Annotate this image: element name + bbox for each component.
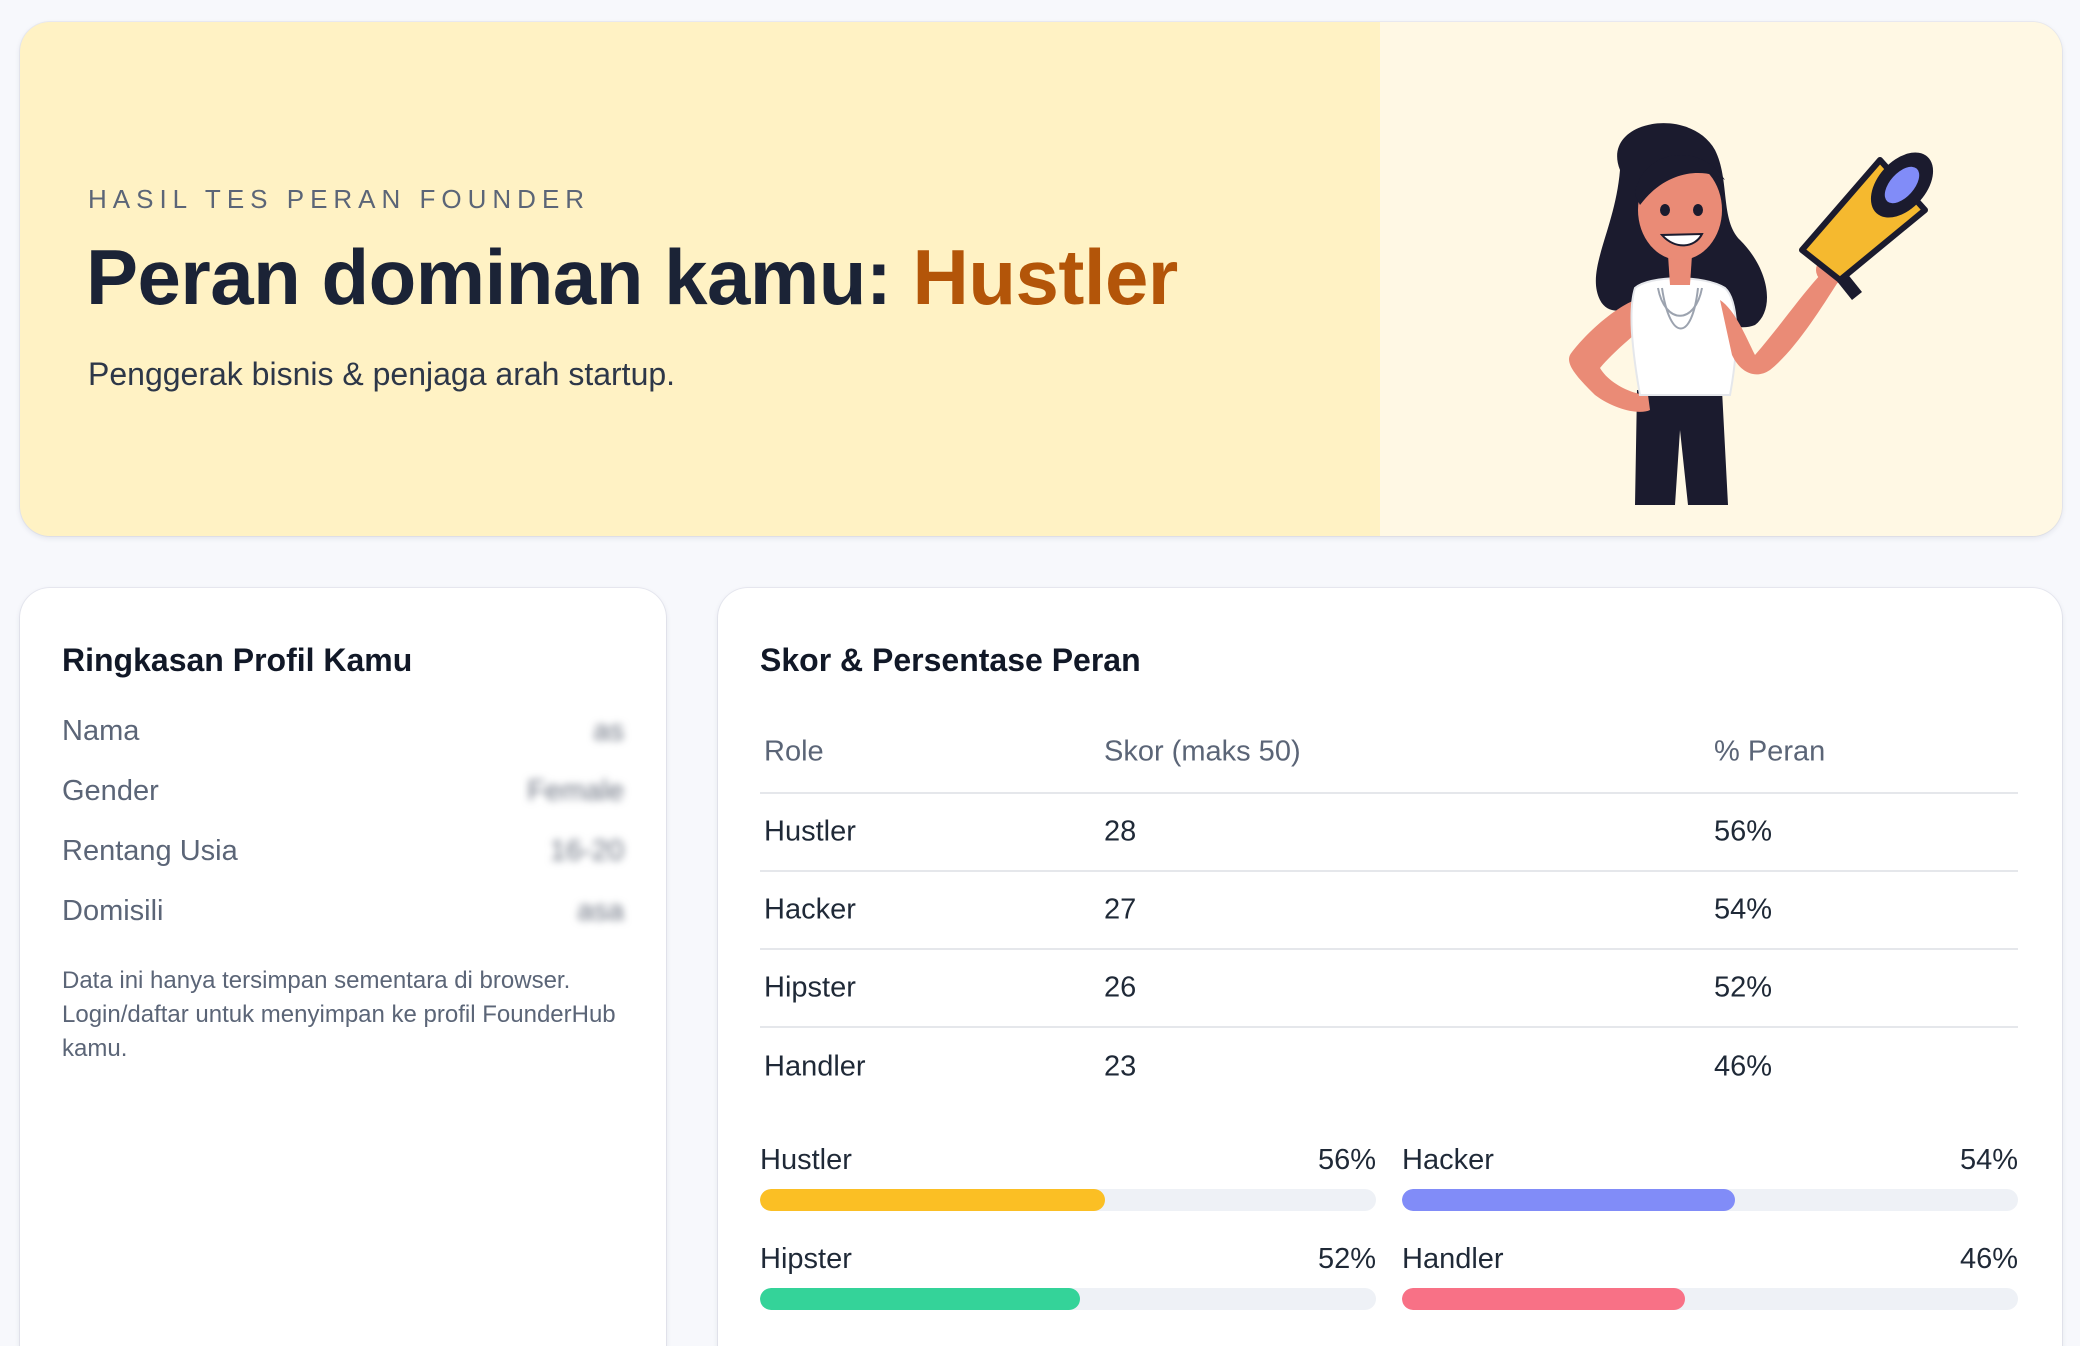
profile-value: asa bbox=[577, 894, 624, 927]
progress-track bbox=[1402, 1189, 2018, 1211]
role-bar-hipster: Hipster 52% bbox=[760, 1243, 1376, 1310]
role-bar-hacker: Hacker 54% bbox=[1402, 1144, 2018, 1211]
cell-percent: 52% bbox=[1714, 971, 1773, 1004]
hero-subtitle: Penggerak bisnis & penjaga arah startup. bbox=[88, 356, 676, 392]
progress-fill bbox=[1402, 1288, 1686, 1310]
cell-role: Hipster bbox=[764, 971, 856, 1004]
profile-label: Nama bbox=[62, 714, 140, 747]
column-header-role: Role bbox=[764, 735, 824, 768]
profile-storage-note: Data ini hanya tersimpan sementara di br… bbox=[62, 967, 616, 1062]
profile-value: as bbox=[593, 714, 624, 747]
cell-role: Handler bbox=[764, 1050, 866, 1083]
cell-role: Hacker bbox=[764, 893, 856, 926]
bar-percent: 52% bbox=[1317, 1243, 1376, 1275]
role-score-table: Role Skor (maks 50) % Peran Hustler 28 5… bbox=[760, 712, 2018, 1106]
role-bar-hustler: Hustler 56% bbox=[760, 1144, 1376, 1211]
profile-summary-card: Ringkasan Profil Kamu Nama as Gender Fem… bbox=[20, 588, 666, 1346]
page-title-prefix: Peran dominan kamu: bbox=[86, 233, 913, 321]
bar-percent: 46% bbox=[1959, 1243, 2018, 1275]
progress-fill bbox=[760, 1288, 1081, 1310]
table-row: Handler 23 46% bbox=[760, 1028, 2018, 1106]
profile-row-domisili: Domisili asa bbox=[62, 886, 624, 936]
bar-label: Hustler bbox=[760, 1144, 852, 1176]
progress-track bbox=[760, 1288, 1376, 1310]
bar-percent: 54% bbox=[1959, 1144, 2018, 1176]
progress-track bbox=[1402, 1288, 2018, 1310]
profile-card-title: Ringkasan Profil Kamu bbox=[62, 642, 413, 678]
profile-label: Gender bbox=[62, 774, 159, 807]
dominant-role: Hustler bbox=[912, 233, 1179, 321]
progress-fill bbox=[1402, 1189, 1735, 1211]
table-header-row: Role Skor (maks 50) % Peran bbox=[760, 712, 2018, 794]
role-bar-handler: Handler 46% bbox=[1402, 1243, 2018, 1310]
cell-score: 28 bbox=[1104, 815, 1137, 848]
hero-eyebrow: HASIL TES PERAN FOUNDER bbox=[88, 184, 591, 214]
cell-percent: 56% bbox=[1714, 815, 1773, 848]
column-header-percent: % Peran bbox=[1714, 735, 1826, 768]
cell-percent: 46% bbox=[1714, 1050, 1773, 1083]
progress-fill bbox=[760, 1189, 1105, 1211]
cell-percent: 54% bbox=[1714, 893, 1773, 926]
table-row: Hustler 28 56% bbox=[760, 794, 2018, 872]
page-title: Peran dominan kamu: Hustler bbox=[86, 232, 1178, 323]
table-row: Hipster 26 52% bbox=[760, 950, 2018, 1028]
cell-score: 23 bbox=[1104, 1050, 1137, 1083]
cell-role: Hustler bbox=[764, 815, 856, 848]
bar-label: Hacker bbox=[1402, 1144, 1494, 1176]
bar-percent: 56% bbox=[1317, 1144, 1376, 1176]
result-hero-banner: HASIL TES PERAN FOUNDER Peran dominan ka… bbox=[20, 22, 2062, 536]
role-score-card: Skor & Persentase Peran Role Skor (maks … bbox=[718, 588, 2062, 1346]
bar-label: Handler bbox=[1402, 1243, 1504, 1275]
profile-value: 16-20 bbox=[549, 834, 624, 867]
progress-track bbox=[760, 1189, 1376, 1211]
profile-row-gender: Gender Female bbox=[62, 766, 624, 816]
table-row: Hacker 27 54% bbox=[760, 872, 2018, 950]
profile-label: Rentang Usia bbox=[62, 834, 238, 867]
profile-label: Domisili bbox=[62, 894, 164, 927]
column-header-score: Skor (maks 50) bbox=[1104, 735, 1301, 768]
profile-row-rentang-usia: Rentang Usia 16-20 bbox=[62, 826, 624, 876]
bar-label: Hipster bbox=[760, 1243, 852, 1275]
profile-row-nama: Nama as bbox=[62, 706, 624, 756]
profile-value: Female bbox=[527, 774, 624, 807]
woman-with-megaphone-illustration bbox=[1569, 123, 1934, 505]
cell-score: 26 bbox=[1104, 971, 1137, 1004]
cell-score: 27 bbox=[1104, 893, 1137, 926]
score-card-title: Skor & Persentase Peran bbox=[760, 642, 1141, 678]
